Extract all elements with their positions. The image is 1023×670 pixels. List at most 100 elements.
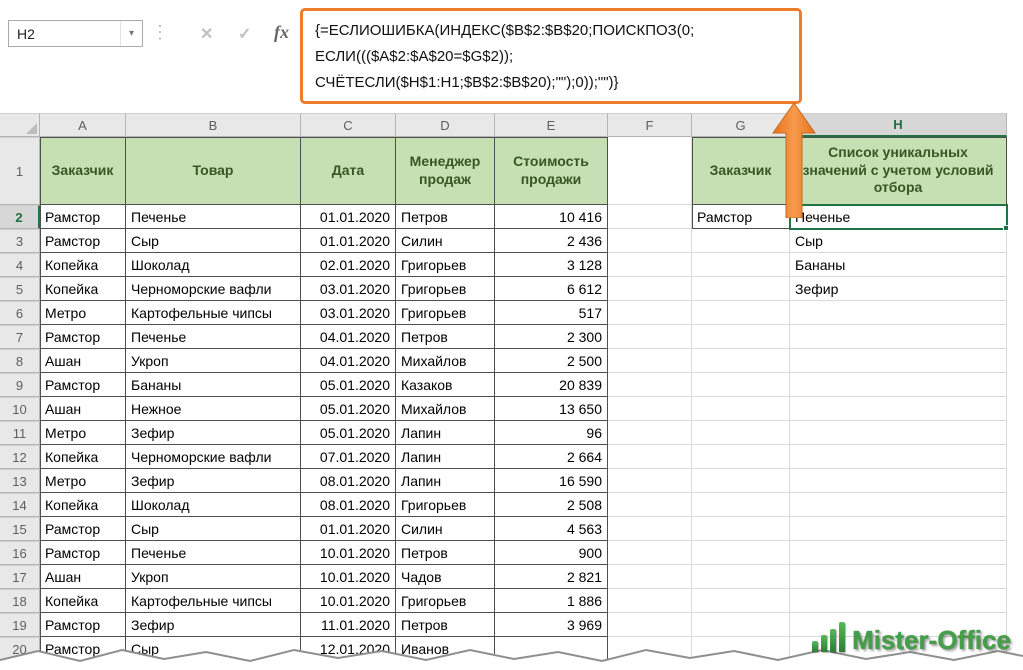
cell-A3[interactable]: Рамстор bbox=[40, 229, 126, 253]
cell-F1[interactable] bbox=[608, 137, 692, 205]
cell-A11[interactable]: Метро bbox=[40, 421, 126, 445]
cell-B1[interactable]: Товар bbox=[126, 137, 301, 205]
cell-F15[interactable] bbox=[608, 517, 692, 541]
cell-A14[interactable]: Копейка bbox=[40, 493, 126, 517]
cell-G4[interactable] bbox=[692, 253, 790, 277]
cell-C11[interactable]: 05.01.2020 bbox=[301, 421, 396, 445]
cell-B19[interactable]: Зефир bbox=[126, 613, 301, 637]
cell-D10[interactable]: Михайлов bbox=[396, 397, 495, 421]
cell-C14[interactable]: 08.01.2020 bbox=[301, 493, 396, 517]
cell-F6[interactable] bbox=[608, 301, 692, 325]
cell-C4[interactable]: 02.01.2020 bbox=[301, 253, 396, 277]
cell-E16[interactable]: 900 bbox=[495, 541, 608, 565]
cell-D20[interactable]: Иванов bbox=[396, 637, 495, 661]
row-header-11[interactable]: 11 bbox=[0, 421, 40, 445]
cell-F9[interactable] bbox=[608, 373, 692, 397]
cell-C19[interactable]: 11.01.2020 bbox=[301, 613, 396, 637]
cell-E18[interactable]: 1 886 bbox=[495, 589, 608, 613]
cell-D13[interactable]: Лапин bbox=[396, 469, 495, 493]
cell-F12[interactable] bbox=[608, 445, 692, 469]
cell-B16[interactable]: Печенье bbox=[126, 541, 301, 565]
cell-H1[interactable]: Список уникальных значений с учетом усло… bbox=[790, 137, 1007, 205]
cell-G14[interactable] bbox=[692, 493, 790, 517]
cell-G10[interactable] bbox=[692, 397, 790, 421]
cell-E20[interactable] bbox=[495, 637, 608, 661]
cell-B11[interactable]: Зефир bbox=[126, 421, 301, 445]
cell-D5[interactable]: Григорьев bbox=[396, 277, 495, 301]
cell-G17[interactable] bbox=[692, 565, 790, 589]
cell-A8[interactable]: Ашан bbox=[40, 349, 126, 373]
cell-A2[interactable]: Рамстор bbox=[40, 205, 126, 229]
cell-E8[interactable]: 2 500 bbox=[495, 349, 608, 373]
cell-H17[interactable] bbox=[790, 565, 1007, 589]
cell-D8[interactable]: Михайлов bbox=[396, 349, 495, 373]
cell-F16[interactable] bbox=[608, 541, 692, 565]
cell-E6[interactable]: 517 bbox=[495, 301, 608, 325]
row-header-4[interactable]: 4 bbox=[0, 253, 40, 277]
cell-A1[interactable]: Заказчик bbox=[40, 137, 126, 205]
cell-B20[interactable]: Сыр bbox=[126, 637, 301, 661]
cell-E9[interactable]: 20 839 bbox=[495, 373, 608, 397]
cell-G7[interactable] bbox=[692, 325, 790, 349]
row-header-9[interactable]: 9 bbox=[0, 373, 40, 397]
cell-C13[interactable]: 08.01.2020 bbox=[301, 469, 396, 493]
column-header-C[interactable]: C bbox=[301, 113, 396, 137]
cell-C10[interactable]: 05.01.2020 bbox=[301, 397, 396, 421]
cell-A16[interactable]: Рамстор bbox=[40, 541, 126, 565]
cell-F2[interactable] bbox=[608, 205, 692, 229]
cell-E10[interactable]: 13 650 bbox=[495, 397, 608, 421]
cell-H8[interactable] bbox=[790, 349, 1007, 373]
cell-E4[interactable]: 3 128 bbox=[495, 253, 608, 277]
column-header-E[interactable]: E bbox=[495, 113, 608, 137]
cell-D17[interactable]: Чадов bbox=[396, 565, 495, 589]
cell-H4[interactable]: Бананы bbox=[790, 253, 1007, 277]
cell-E3[interactable]: 2 436 bbox=[495, 229, 608, 253]
row-header-18[interactable]: 18 bbox=[0, 589, 40, 613]
cell-A9[interactable]: Рамстор bbox=[40, 373, 126, 397]
cell-E5[interactable]: 6 612 bbox=[495, 277, 608, 301]
name-box[interactable]: H2 ▾ bbox=[8, 20, 143, 47]
fill-handle[interactable] bbox=[1003, 225, 1009, 231]
cell-A4[interactable]: Копейка bbox=[40, 253, 126, 277]
cell-H13[interactable] bbox=[790, 469, 1007, 493]
cell-A19[interactable]: Рамстор bbox=[40, 613, 126, 637]
column-header-F[interactable]: F bbox=[608, 113, 692, 137]
row-header-5[interactable]: 5 bbox=[0, 277, 40, 301]
row-header-19[interactable]: 19 bbox=[0, 613, 40, 637]
cell-G6[interactable] bbox=[692, 301, 790, 325]
column-header-A[interactable]: A bbox=[40, 113, 126, 137]
cell-C8[interactable]: 04.01.2020 bbox=[301, 349, 396, 373]
cell-D12[interactable]: Лапин bbox=[396, 445, 495, 469]
cell-G15[interactable] bbox=[692, 517, 790, 541]
cell-C20[interactable]: 12.01.2020 bbox=[301, 637, 396, 661]
cell-H5[interactable]: Зефир bbox=[790, 277, 1007, 301]
cell-B9[interactable]: Бананы bbox=[126, 373, 301, 397]
cell-G3[interactable] bbox=[692, 229, 790, 253]
cell-C16[interactable]: 10.01.2020 bbox=[301, 541, 396, 565]
cell-D18[interactable]: Григорьев bbox=[396, 589, 495, 613]
cell-A18[interactable]: Копейка bbox=[40, 589, 126, 613]
cell-B6[interactable]: Картофельные чипсы bbox=[126, 301, 301, 325]
cell-E2[interactable]: 10 416 bbox=[495, 205, 608, 229]
cell-C7[interactable]: 04.01.2020 bbox=[301, 325, 396, 349]
cell-H16[interactable] bbox=[790, 541, 1007, 565]
cell-D19[interactable]: Петров bbox=[396, 613, 495, 637]
cell-D3[interactable]: Силин bbox=[396, 229, 495, 253]
cell-F14[interactable] bbox=[608, 493, 692, 517]
cell-E14[interactable]: 2 508 bbox=[495, 493, 608, 517]
cell-H9[interactable] bbox=[790, 373, 1007, 397]
cell-B5[interactable]: Черноморские вафли bbox=[126, 277, 301, 301]
cell-F8[interactable] bbox=[608, 349, 692, 373]
cell-A13[interactable]: Метро bbox=[40, 469, 126, 493]
cell-D2[interactable]: Петров bbox=[396, 205, 495, 229]
cell-A17[interactable]: Ашан bbox=[40, 565, 126, 589]
cell-H18[interactable] bbox=[790, 589, 1007, 613]
cell-B3[interactable]: Сыр bbox=[126, 229, 301, 253]
enter-icon[interactable]: ✓ bbox=[238, 24, 251, 44]
cell-A15[interactable]: Рамстор bbox=[40, 517, 126, 541]
row-header-10[interactable]: 10 bbox=[0, 397, 40, 421]
cell-H10[interactable] bbox=[790, 397, 1007, 421]
cell-G5[interactable] bbox=[692, 277, 790, 301]
cell-H15[interactable] bbox=[790, 517, 1007, 541]
cell-D16[interactable]: Петров bbox=[396, 541, 495, 565]
